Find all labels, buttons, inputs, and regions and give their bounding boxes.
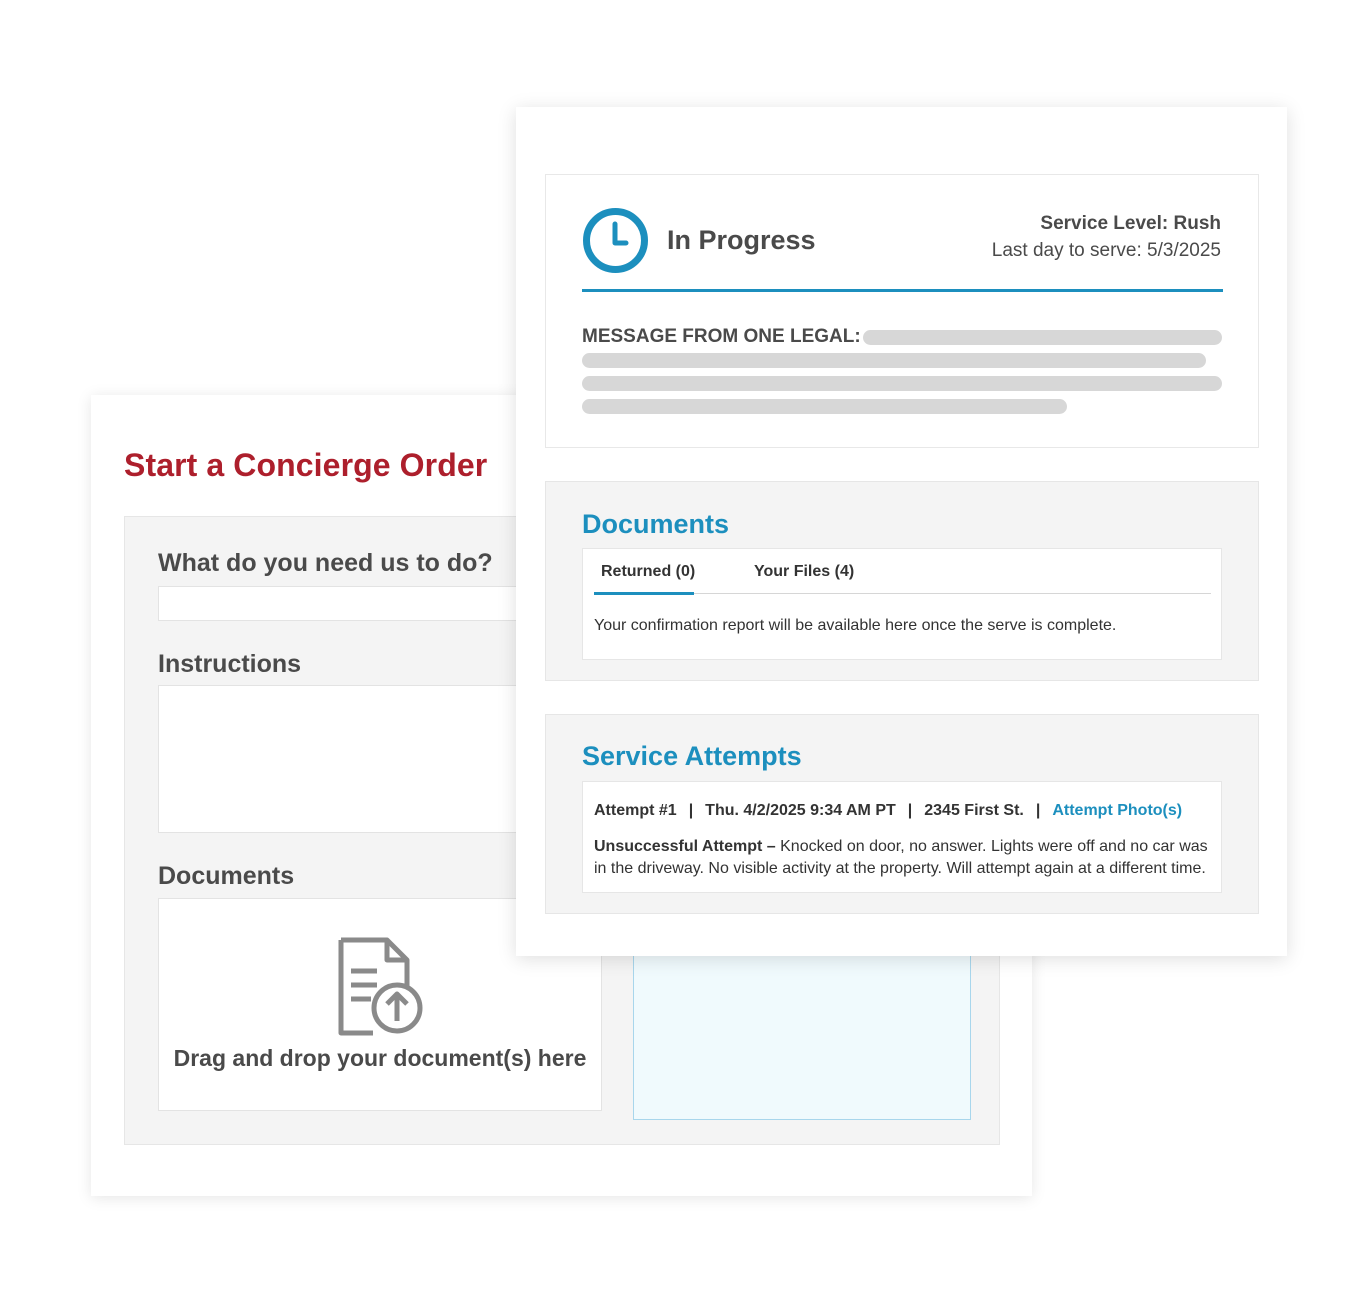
instructions-textarea[interactable] xyxy=(158,685,518,833)
document-upload-icon xyxy=(338,937,423,1036)
need-input[interactable] xyxy=(158,586,518,621)
last-day-to-serve: Last day to serve: 5/3/2025 xyxy=(991,240,1221,261)
message-placeholder-line xyxy=(582,399,1067,414)
clock-icon xyxy=(583,208,648,273)
service-attempts-title: Service Attempts xyxy=(582,741,802,771)
separator: | xyxy=(1035,802,1041,819)
separator: | xyxy=(907,802,913,819)
message-label: MESSAGE FROM ONE LEGAL: xyxy=(582,326,861,347)
documents-section: Documents Returned (0) Your Files (4) Yo… xyxy=(545,481,1259,681)
status-text: In Progress xyxy=(667,225,816,255)
attempt-detail: Unsuccessful Attempt – Knocked on door, … xyxy=(594,836,1214,880)
drop-zone-text: Drag and drop your document(s) here xyxy=(173,1045,587,1071)
tab-returned[interactable]: Returned (0) xyxy=(601,563,695,581)
instructions-label: Instructions xyxy=(158,650,302,678)
message-placeholder-line xyxy=(582,376,1222,391)
attempt-number: Attempt #1 xyxy=(594,802,677,819)
tab-your-files[interactable]: Your Files (4) xyxy=(754,563,854,581)
need-label: What do you need us to do? xyxy=(158,549,493,577)
attempt-result: Unsuccessful Attempt – xyxy=(594,838,776,855)
separator: | xyxy=(688,802,694,819)
attempt-photos-link[interactable]: Attempt Photo(s) xyxy=(1052,802,1182,819)
service-level: Service Level: Rush xyxy=(1040,213,1221,234)
message-placeholder-line xyxy=(863,330,1222,345)
attempt-summary: Attempt #1 | Thu. 4/2/2025 9:34 AM PT | 2345… xyxy=(594,802,1182,820)
status-box: In Progress Service Level: Rush Last day… xyxy=(545,174,1259,448)
message-placeholder-line xyxy=(582,353,1206,368)
attempt-date: Thu. 4/2/2025 9:34 AM PT xyxy=(705,802,896,819)
order-status-card: In Progress Service Level: Rush Last day… xyxy=(516,107,1287,956)
documents-label: Documents xyxy=(158,862,295,890)
documents-tabs-box: Returned (0) Your Files (4) Your confirm… xyxy=(582,548,1222,660)
concierge-order-title: Start a Concierge Order xyxy=(124,447,488,483)
service-attempts-section: Service Attempts Attempt #1 | Thu. 4/2/202… xyxy=(545,714,1259,914)
documents-note: Your confirmation report will be availab… xyxy=(594,617,1117,634)
status-divider xyxy=(582,289,1223,292)
active-tab-indicator xyxy=(594,592,694,595)
document-list-box xyxy=(633,935,971,1120)
attempt-item: Attempt #1 | Thu. 4/2/2025 9:34 AM PT | 2345… xyxy=(582,781,1222,893)
documents-title: Documents xyxy=(582,509,730,539)
attempt-address: 2345 First St. xyxy=(924,802,1024,819)
